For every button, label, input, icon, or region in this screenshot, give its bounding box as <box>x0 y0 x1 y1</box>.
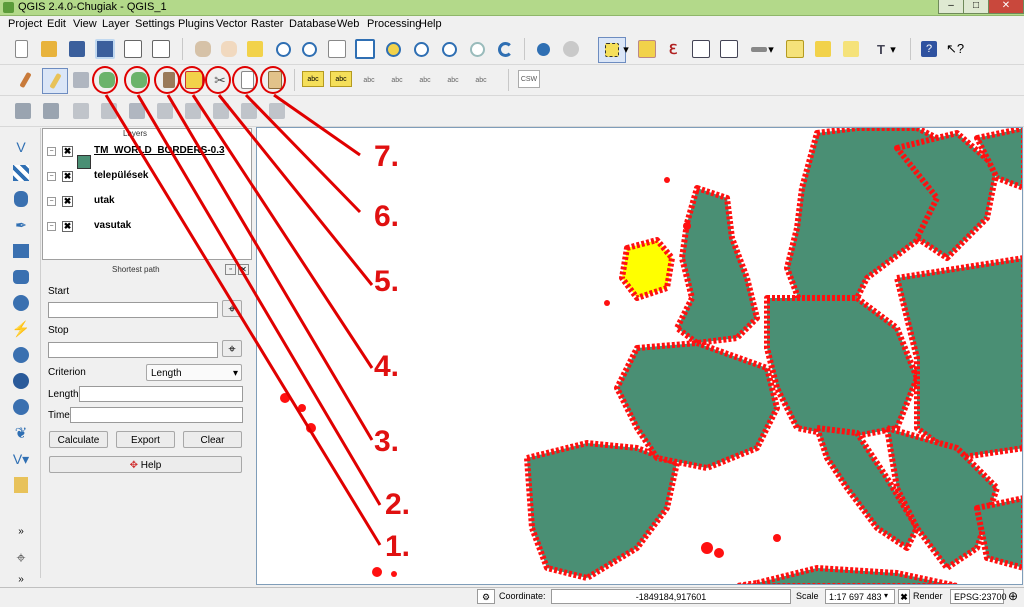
annotation-number-1: 1. <box>385 530 411 563</box>
render-checkbox[interactable]: ✖ <box>898 589 910 604</box>
annotation-number-5: 5. <box>374 265 400 298</box>
annotation-lines <box>104 93 382 546</box>
annotation-number-3: 3. <box>374 425 400 458</box>
epsg-button[interactable]: EPSG:23700 <box>950 589 1007 604</box>
annotation-number-7: 7. <box>374 140 400 173</box>
messages-globe-icon[interactable]: ⊕ <box>1008 589 1018 603</box>
status-bar: ⚙ Coordinate: -1849184,917601 Scale 1:17… <box>0 587 1024 607</box>
annotation-number-6: 6. <box>374 200 400 233</box>
toggle-extents-icon[interactable]: ⚙ <box>477 589 495 604</box>
render-label: Render <box>913 591 943 601</box>
annotation-number-4: 4. <box>374 350 400 383</box>
coordinate-input[interactable]: -1849184,917601 <box>551 589 791 604</box>
annotation-number-2: 2. <box>385 488 411 521</box>
scale-chevron-down-icon[interactable]: ▾ <box>884 591 888 600</box>
coordinate-label: Coordinate: <box>499 591 546 601</box>
scale-label: Scale <box>796 591 819 601</box>
